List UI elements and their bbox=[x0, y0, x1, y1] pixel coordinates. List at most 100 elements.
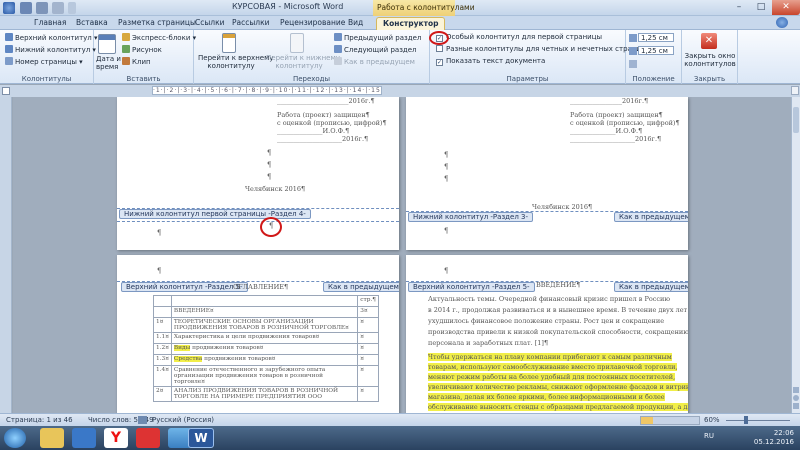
header-button[interactable]: Верхний колонтитул ▾ bbox=[5, 33, 98, 42]
footer-section-tag: Нижний колонтитул первой страницы -Разде… bbox=[119, 209, 311, 219]
clipart-button[interactable]: Клип bbox=[122, 57, 151, 66]
quick-parts-button[interactable]: Экспресс-блоки ▾ bbox=[122, 33, 196, 42]
yandex-icon[interactable] bbox=[136, 428, 160, 448]
vertical-ruler[interactable] bbox=[0, 97, 12, 413]
vertical-scrollbar[interactable] bbox=[791, 97, 800, 413]
alignment-tab-icon[interactable] bbox=[629, 60, 637, 68]
p2-grade-line: с оценкой (прописью, цифрой)¶ bbox=[570, 119, 680, 127]
media-player-icon[interactable] bbox=[72, 428, 96, 448]
redo-icon[interactable] bbox=[52, 2, 64, 14]
input-language[interactable]: RU bbox=[704, 432, 714, 441]
group-label-position: Положение bbox=[632, 75, 675, 83]
page-1[interactable]: ______________________2016г.¶ Работа (пр… bbox=[117, 97, 399, 250]
intro-text-line: Актуальность темы. Очередной финансовый … bbox=[428, 295, 671, 303]
word-icon[interactable]: W bbox=[188, 428, 214, 448]
p2-year-line: ________________2016г.¶ bbox=[570, 97, 649, 105]
group-close: ✕ Закрыть окно колонтитулов Закрыть bbox=[682, 30, 738, 84]
spellcheck-icon[interactable] bbox=[138, 416, 147, 424]
page-count-status[interactable]: Страница: 1 из 46 bbox=[6, 416, 73, 424]
ruler-toggle-icon[interactable] bbox=[2, 87, 10, 95]
language-status[interactable]: Русский (Россия) bbox=[152, 416, 214, 424]
link-to-previous-button[interactable]: Как в предыдущем bbox=[334, 57, 415, 66]
goto-header-button[interactable]: Перейти к верхнему колонтитулу bbox=[198, 54, 274, 70]
option-different-odd-even[interactable]: Разные колонтитулы для четных и нечетных… bbox=[436, 45, 646, 53]
start-button-icon[interactable] bbox=[4, 428, 26, 448]
tab-view[interactable]: Вид bbox=[342, 17, 369, 30]
same-as-previous-tag[interactable]: Как в предыдущем bbox=[323, 282, 399, 292]
highlighted-word: Средства bbox=[173, 356, 203, 362]
browse-object-icon[interactable] bbox=[793, 395, 799, 401]
page-number-button[interactable]: Номер страницы ▾ bbox=[5, 57, 83, 66]
office-logo-icon[interactable] bbox=[3, 2, 15, 14]
ruler-bar: ·1·|·2·|·3·|·4·|·5·|·6·|·7·|·8·|·9·|·10·… bbox=[0, 85, 800, 97]
clock-date[interactable]: 05.12.2016 bbox=[754, 438, 794, 447]
save-icon[interactable] bbox=[20, 2, 32, 14]
footer-distance-input[interactable]: 1,25 см bbox=[638, 46, 674, 55]
p2-para-mark: ¶ bbox=[444, 227, 449, 235]
toc-cell-page: ¤ bbox=[357, 386, 379, 402]
group-position: 1,25 см 1,25 см Положение bbox=[626, 30, 682, 84]
explorer-icon[interactable] bbox=[40, 428, 64, 448]
page-4[interactable]: ¶ Верхний колонтитул -Раздел 5- ВВЕДЕНИЕ… bbox=[406, 255, 688, 413]
next-page-icon[interactable] bbox=[793, 403, 799, 409]
zoom-level[interactable]: 60% bbox=[704, 416, 720, 424]
highlighted-word: Виды bbox=[173, 345, 191, 351]
datetime-button[interactable]: Дата и время bbox=[96, 55, 121, 71]
maximize-button[interactable]: □ bbox=[750, 0, 772, 15]
tab-review[interactable]: Рецензирование bbox=[274, 17, 351, 30]
horizontal-ruler[interactable]: ·1·|·2·|·3·|·4·|·5·|·6·|·7·|·8·|·9·|·10·… bbox=[152, 86, 382, 95]
page-2[interactable]: ________________2016г.¶ Работа (проект) … bbox=[406, 97, 688, 250]
minimize-button[interactable]: – bbox=[728, 0, 750, 15]
picture-button[interactable]: Рисунок bbox=[122, 45, 162, 54]
tab-home[interactable]: Главная bbox=[28, 17, 72, 30]
toc-row: 2¤ АНАЛИЗ ПРОДВИЖЕНИЯ ТОВАРОВ В РОЗНИЧНОЙ… bbox=[153, 386, 379, 402]
same-as-previous-tag[interactable]: Как в предыдущем bbox=[614, 212, 688, 222]
p2-date-line: ____________________2016г.¶ bbox=[570, 135, 662, 143]
footer-button[interactable]: Нижний колонтитул ▾ bbox=[5, 45, 96, 54]
tab-design[interactable]: Конструктор bbox=[376, 17, 446, 30]
toc-row: 1.4¤ Сравнение отечественного и зарубежно… bbox=[153, 365, 379, 387]
clock-time[interactable]: 22:06 bbox=[754, 429, 794, 438]
option-different-first-page[interactable]: ✓ Особый колонтитул для первой страницы bbox=[436, 33, 602, 42]
clipart-icon bbox=[122, 57, 130, 65]
help-icon[interactable] bbox=[776, 17, 788, 28]
close-header-footer-button[interactable]: Закрыть окно колонтитулов bbox=[684, 52, 736, 68]
zoom-slider[interactable] bbox=[726, 420, 790, 421]
p2-fio-line: ______________И.О.Ф.¶ bbox=[570, 127, 643, 135]
yandex-browser-icon[interactable]: Y bbox=[104, 428, 128, 448]
prev-section-icon bbox=[334, 33, 342, 41]
tab-insert[interactable]: Вставка bbox=[70, 17, 114, 30]
undo-icon[interactable] bbox=[36, 2, 48, 14]
zoom-slider-thumb[interactable] bbox=[744, 416, 748, 424]
option-show-document-text[interactable]: ✓ Показать текст документа bbox=[436, 57, 545, 66]
prev-section-button[interactable]: Предыдущий раздел bbox=[334, 33, 421, 42]
close-window-button[interactable]: ✕ bbox=[772, 0, 800, 15]
p2-city-line: Челябинск 2016¶ bbox=[532, 203, 593, 211]
tab-mailings[interactable]: Рассылки bbox=[226, 17, 276, 30]
header-distance-input[interactable]: 1,25 см bbox=[638, 33, 674, 42]
toc-cell-text: АНАЛИЗ ПРОДВИЖЕНИЯ ТОВАРОВ В РОЗНИЧНОЙ Т… bbox=[170, 386, 359, 402]
view-ruler-icon[interactable] bbox=[791, 86, 799, 95]
same-as-previous-tag[interactable]: Как в предыдущем bbox=[614, 282, 688, 292]
scroll-thumb[interactable] bbox=[793, 107, 799, 133]
view-buttons[interactable] bbox=[640, 416, 700, 425]
goto-footer-icon bbox=[290, 33, 304, 53]
header-icon bbox=[5, 33, 13, 41]
quick-access-menu-icon[interactable] bbox=[68, 2, 76, 14]
toc-cell-page: стр.¶ bbox=[357, 295, 379, 307]
link-icon bbox=[334, 57, 342, 65]
toc-cell-text bbox=[170, 295, 359, 307]
p2-para-mark: ¶ bbox=[444, 151, 449, 159]
calendar-icon bbox=[98, 34, 116, 54]
toc-cell-page: ¤ bbox=[357, 343, 379, 355]
tab-references[interactable]: Ссылки bbox=[189, 17, 230, 30]
checkbox-checked-icon[interactable]: ✓ bbox=[436, 59, 443, 66]
intro-text-line: персонала и заработных плат. [1]¶ bbox=[428, 339, 549, 347]
toc-row: 1.3¤ Средства продвижения товаров¤ ¤ bbox=[153, 354, 379, 366]
page-number-icon bbox=[5, 57, 13, 65]
checkbox-unchecked-icon[interactable] bbox=[436, 45, 443, 52]
goto-footer-button[interactable]: Перейти к нижнему колонтитулу bbox=[266, 54, 340, 70]
prev-page-icon[interactable] bbox=[793, 387, 799, 393]
page-3[interactable]: ¶ Верхний колонтитул -Раздел 5- ОГЛАВЛЕН… bbox=[117, 255, 399, 413]
next-section-button[interactable]: Следующий раздел bbox=[334, 45, 417, 54]
